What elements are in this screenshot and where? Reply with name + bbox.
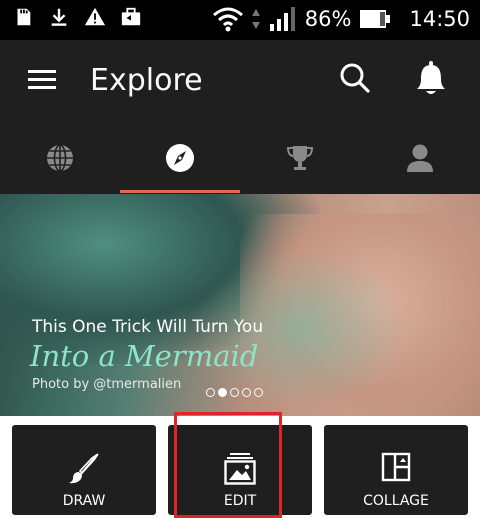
wifi-icon: [212, 7, 243, 32]
globe-icon: [47, 144, 73, 172]
carousel-dots: [206, 388, 263, 397]
draw-button[interactable]: DRAW: [12, 425, 156, 515]
banner-headline-accent: Into a Mermaid: [30, 339, 259, 373]
battery-percent: 86%: [304, 7, 352, 31]
active-tab-indicator: [120, 190, 240, 193]
download-icon: [51, 8, 67, 26]
page-title: Explore: [90, 63, 203, 98]
trophy-icon: [286, 146, 314, 170]
tab-explore[interactable]: [120, 122, 240, 194]
profile-icon: [407, 144, 433, 172]
status-bar: 86% 14:50: [0, 0, 480, 40]
draw-label: DRAW: [62, 493, 106, 509]
sd-card-icon: [17, 8, 31, 26]
collage-button[interactable]: COLLAGE: [324, 425, 468, 515]
featured-banner[interactable]: This One Trick Will Turn You Into a Merm…: [0, 194, 480, 416]
carousel-dot[interactable]: [242, 388, 251, 397]
signal-icon: [269, 7, 295, 31]
carousel-dot[interactable]: [254, 388, 263, 397]
collage-label: COLLAGE: [363, 493, 429, 509]
tab-profile[interactable]: [360, 122, 480, 194]
brush-icon: [69, 453, 99, 484]
compass-icon: [166, 144, 194, 172]
warning-icon: [84, 7, 106, 26]
tab-globe[interactable]: [0, 122, 120, 194]
bell-icon[interactable]: [414, 60, 448, 98]
edit-highlight-box: [174, 412, 282, 518]
search-icon[interactable]: [339, 62, 371, 94]
clock: 14:50: [409, 7, 470, 31]
tab-bar: [0, 122, 480, 194]
carousel-dot[interactable]: [230, 388, 239, 397]
collage-icon: [381, 452, 411, 482]
carousel-dot-active[interactable]: [218, 388, 227, 397]
banner-headline: This One Trick Will Turn You: [32, 317, 264, 337]
carousel-dot[interactable]: [206, 388, 215, 397]
menu-icon[interactable]: [28, 68, 56, 92]
app-bar: Explore: [0, 40, 480, 122]
battery-icon: [360, 10, 391, 28]
briefcase-icon: [121, 7, 141, 26]
data-arrows-icon: [251, 9, 260, 29]
banner-photo-credit: Photo by @tmermalien: [32, 377, 182, 392]
tab-contests[interactable]: [240, 122, 360, 194]
